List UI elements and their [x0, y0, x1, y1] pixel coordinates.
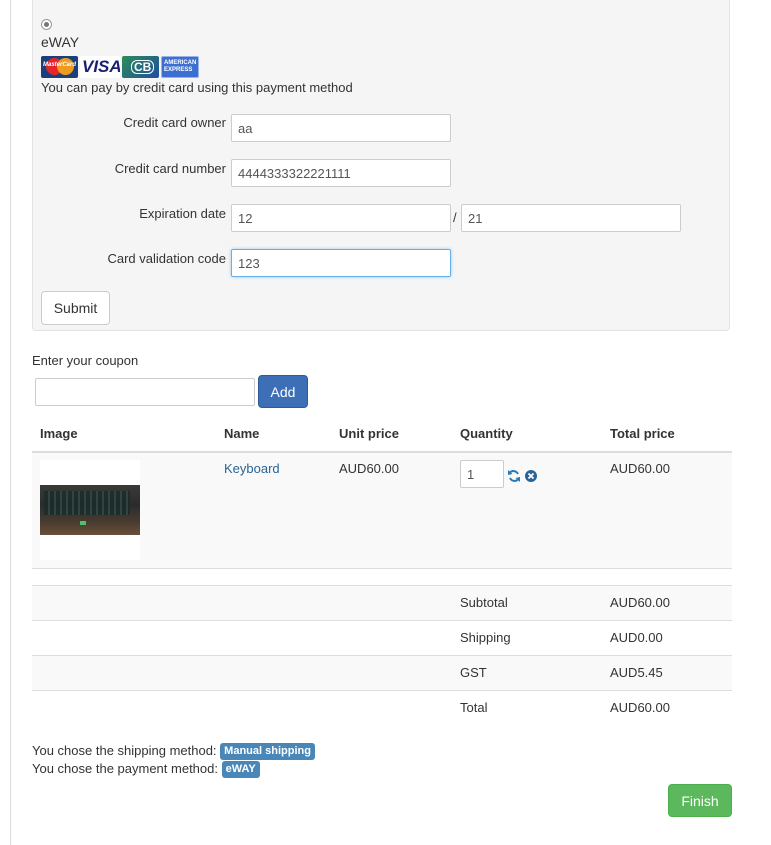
card-number-label: Credit card number: [114, 161, 226, 176]
shipping-value: AUD0.00: [610, 630, 663, 645]
shipping-choice-text: You chose the shipping method:: [32, 743, 217, 758]
card-number-input[interactable]: [231, 159, 451, 187]
payment-method-name: eWAY: [41, 34, 80, 50]
submit-payment-button[interactable]: Submit: [41, 291, 110, 325]
coupon-label: Enter your coupon: [32, 353, 139, 368]
gst-label: GST: [460, 665, 487, 680]
expiration-month-input[interactable]: [231, 204, 451, 232]
payment-choice-line: You chose the payment method: eWAY: [32, 761, 260, 779]
refresh-icon[interactable]: [507, 469, 521, 483]
product-link[interactable]: Keyboard: [224, 461, 280, 476]
payment-method-badge: eWAY: [221, 761, 260, 779]
card-validation-code-input[interactable]: [231, 249, 451, 277]
total-value: AUD60.00: [610, 700, 670, 715]
payment-method-radio[interactable]: [41, 19, 52, 30]
column-header-quantity: Quantity: [460, 426, 513, 441]
expiration-year-input[interactable]: [461, 204, 681, 232]
subtotal-label: Subtotal: [460, 595, 508, 610]
product-total-price: AUD60.00: [610, 461, 670, 476]
subtotal-value: AUD60.00: [610, 595, 670, 610]
add-coupon-button[interactable]: Add: [258, 375, 308, 408]
mastercard-logo: MasterCard: [41, 56, 78, 78]
amex-logo: AMERICAN EXPRESS: [161, 56, 199, 78]
finish-button[interactable]: Finish: [668, 784, 732, 817]
column-header-name: Name: [224, 426, 260, 441]
card-validation-code-label: Card validation code: [107, 251, 226, 266]
row-divider: [32, 568, 732, 569]
remove-item-icon[interactable]: [524, 469, 538, 483]
expiration-date-label: Expiration date: [139, 206, 226, 221]
row-divider: [32, 690, 732, 691]
card-owner-label: Credit card owner: [123, 115, 226, 130]
product-unit-price: AUD60.00: [339, 461, 399, 476]
column-header-image: Image: [40, 426, 78, 441]
quantity-input[interactable]: [460, 460, 504, 488]
coupon-input[interactable]: [35, 378, 255, 406]
product-image[interactable]: [40, 460, 140, 560]
column-header-unit-price: Unit price: [339, 426, 399, 441]
total-label: Total: [460, 700, 488, 715]
shipping-method-badge: Manual shipping: [220, 743, 315, 761]
shipping-label: Shipping: [460, 630, 511, 645]
cb-logo: CB: [122, 56, 159, 78]
payment-choice-text: You chose the payment method:: [32, 761, 218, 776]
visa-logo: VISA: [80, 56, 120, 78]
shipping-choice-line: You chose the shipping method: Manual sh…: [32, 743, 315, 761]
gst-value: AUD5.45: [610, 665, 663, 680]
card-owner-input[interactable]: [231, 114, 451, 142]
row-divider: [32, 620, 732, 621]
payment-description: You can pay by credit card using this pa…: [41, 80, 353, 95]
product-name[interactable]: Keyboard: [224, 461, 280, 476]
column-header-total-price: Total price: [610, 426, 675, 441]
expiration-separator: /: [453, 210, 457, 225]
